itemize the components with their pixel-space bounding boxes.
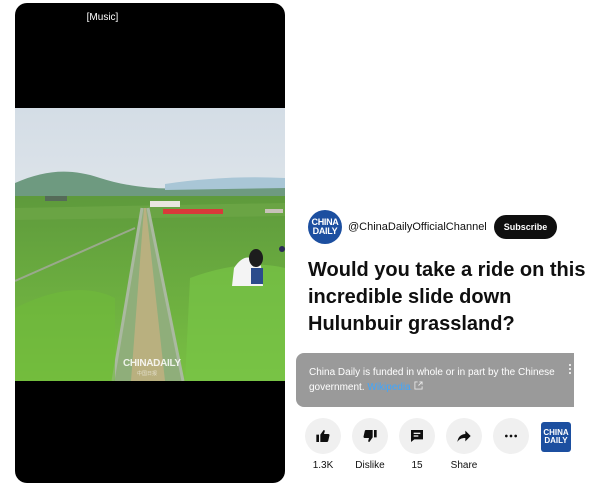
share-action: Share: [446, 418, 482, 471]
thumbs-down-icon: [363, 430, 377, 442]
comment-icon: [411, 430, 423, 442]
like-button[interactable]: [305, 418, 341, 454]
dislike-label: Dislike: [355, 460, 385, 471]
closed-caption: [Music]: [86, 12, 119, 23]
external-link-icon: [414, 380, 423, 395]
more-action: [493, 418, 529, 454]
avatar-line-2: DAILY: [312, 226, 338, 236]
brand-badge-line-2: DAILY: [544, 436, 568, 445]
video-frame[interactable]: CHINADAILY 中国日报: [15, 108, 285, 381]
comments-action: 15: [399, 418, 435, 471]
share-button[interactable]: [446, 418, 482, 454]
funding-info-panel: China Daily is funded in whole or in par…: [296, 353, 574, 407]
grassland-scene: [15, 108, 285, 381]
channel-watermark: CHINADAILY: [123, 358, 181, 369]
subscribe-button[interactable]: Subscribe: [493, 215, 558, 239]
comments-button[interactable]: [399, 418, 435, 454]
channel-avatar[interactable]: CHINA DAILY: [308, 210, 342, 244]
more-horizontal-icon: [505, 434, 517, 438]
dislike-button[interactable]: [352, 418, 388, 454]
channel-handle[interactable]: @ChinaDailyOfficialChannel: [348, 221, 487, 233]
thumbs-up-icon: [316, 430, 330, 442]
video-player[interactable]: [Music] CHINADAILY 中国日报: [15, 3, 285, 483]
more-options-button[interactable]: [493, 418, 529, 454]
like-action: 1.3K: [305, 418, 341, 471]
channel-watermark-subtitle: 中国日报: [137, 371, 158, 377]
share-label: Share: [450, 460, 478, 471]
dislike-action: Dislike: [352, 418, 388, 471]
share-icon: [457, 430, 471, 442]
video-title: Would you take a ride on this incredible…: [308, 259, 586, 335]
like-count: 1.3K: [312, 460, 334, 471]
comment-count: 15: [411, 460, 423, 471]
channel-row: CHINA DAILY @ChinaDailyOfficialChannel S…: [308, 210, 558, 244]
info-more-icon[interactable]: [566, 364, 574, 374]
wikipedia-link[interactable]: Wikipedia: [367, 382, 410, 393]
funding-info-text: China Daily is funded in whole or in par…: [309, 367, 555, 394]
channel-brand-badge[interactable]: CHINA DAILY: [541, 422, 571, 452]
